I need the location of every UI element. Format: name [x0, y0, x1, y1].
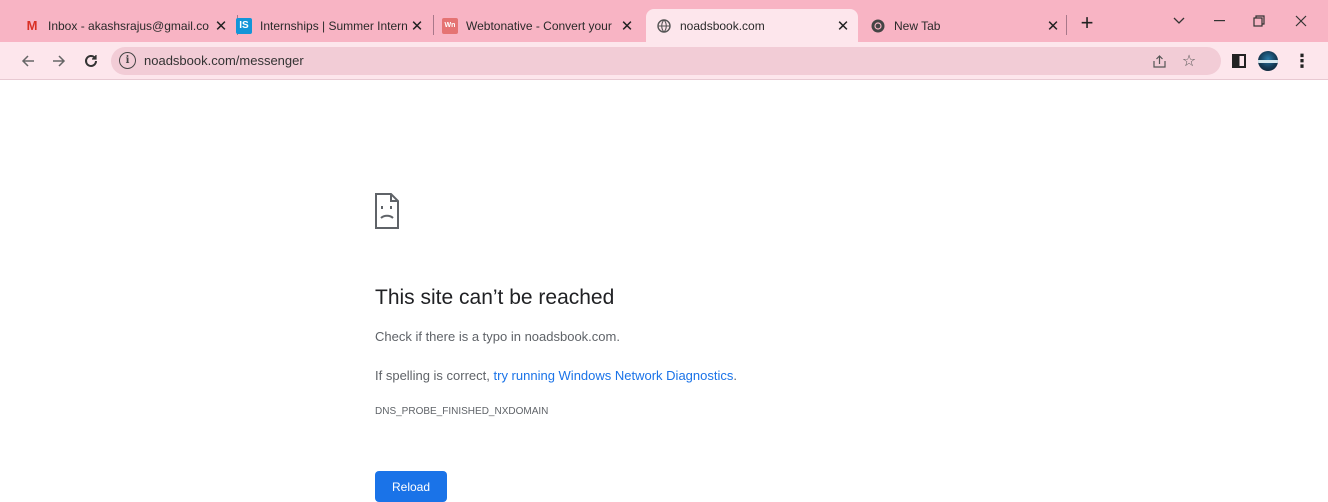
close-tab-icon[interactable]: ✕: [1044, 17, 1062, 35]
error-suggestion-typo: Check if there is a typo in noadsbook.co…: [375, 329, 620, 344]
url-text[interactable]: noadsbook.com/messenger: [144, 53, 304, 68]
network-diagnostics-link[interactable]: try running Windows Network Diagnostics: [494, 368, 734, 383]
error-page: This site can’t be reached Check if ther…: [375, 81, 1075, 502]
more-menu-icon[interactable]: ⋮: [1292, 51, 1312, 71]
chrome-icon: [870, 18, 886, 34]
tab-title: Inbox - akashsrajus@gmail.co: [48, 18, 209, 33]
restore-icon[interactable]: [1236, 9, 1282, 33]
share-icon[interactable]: [1150, 52, 1168, 70]
tab-gmail-inbox[interactable]: M Inbox - akashsrajus@gmail.co ✕: [14, 9, 236, 42]
close-window-icon[interactable]: [1278, 9, 1324, 33]
browser-toolbar: i noadsbook.com/messenger ☆ ⋮: [0, 42, 1328, 80]
tab-title: New Tab: [894, 18, 941, 33]
tab-webtonative[interactable]: Wn Webtonative - Convert your ✕: [432, 9, 642, 42]
tab-title: noadsbook.com: [680, 18, 765, 33]
diagnostics-suffix: .: [733, 368, 737, 383]
tab-noadsbook[interactable]: noadsbook.com ✕: [646, 9, 858, 42]
back-arrow-icon[interactable]: [16, 49, 40, 73]
profile-avatar[interactable]: [1258, 51, 1278, 71]
tab-new-tab[interactable]: New Tab ✕: [860, 9, 1068, 42]
internshala-icon: IS: [236, 17, 252, 34]
side-panel-icon[interactable]: [1232, 54, 1246, 68]
globe-icon: [656, 18, 672, 34]
tab-internships[interactable]: IS Internships | Summer Interns ✕: [226, 9, 432, 42]
address-bar[interactable]: i noadsbook.com/messenger ☆: [111, 47, 1221, 75]
error-title: This site can’t be reached: [375, 286, 615, 309]
tab-separator: [1066, 15, 1067, 35]
reload-button[interactable]: Reload: [375, 471, 447, 502]
reload-icon[interactable]: [79, 49, 103, 73]
tab-title: Webtonative - Convert your: [466, 18, 612, 33]
tab-title: Internships | Summer Interns: [260, 18, 408, 33]
bookmark-star-icon[interactable]: ☆: [1179, 50, 1199, 72]
diagnostics-prefix: If spelling is correct,: [375, 368, 494, 383]
close-tab-icon[interactable]: ✕: [408, 17, 426, 35]
sad-page-icon: [375, 193, 399, 229]
gmail-icon: M: [26, 18, 38, 33]
webtonative-icon: Wn: [442, 17, 458, 34]
forward-arrow-icon[interactable]: [47, 49, 71, 73]
close-tab-icon[interactable]: ✕: [834, 17, 852, 35]
close-tab-icon[interactable]: ✕: [618, 17, 636, 35]
new-tab-plus-icon[interactable]: +: [1074, 10, 1100, 36]
site-info-icon[interactable]: i: [119, 52, 136, 69]
tab-strip: M Inbox - akashsrajus@gmail.co ✕ IS Inte…: [0, 0, 1328, 42]
error-code: DNS_PROBE_FINISHED_NXDOMAIN: [375, 406, 549, 417]
error-suggestion-diagnostics: If spelling is correct, try running Wind…: [375, 368, 737, 383]
